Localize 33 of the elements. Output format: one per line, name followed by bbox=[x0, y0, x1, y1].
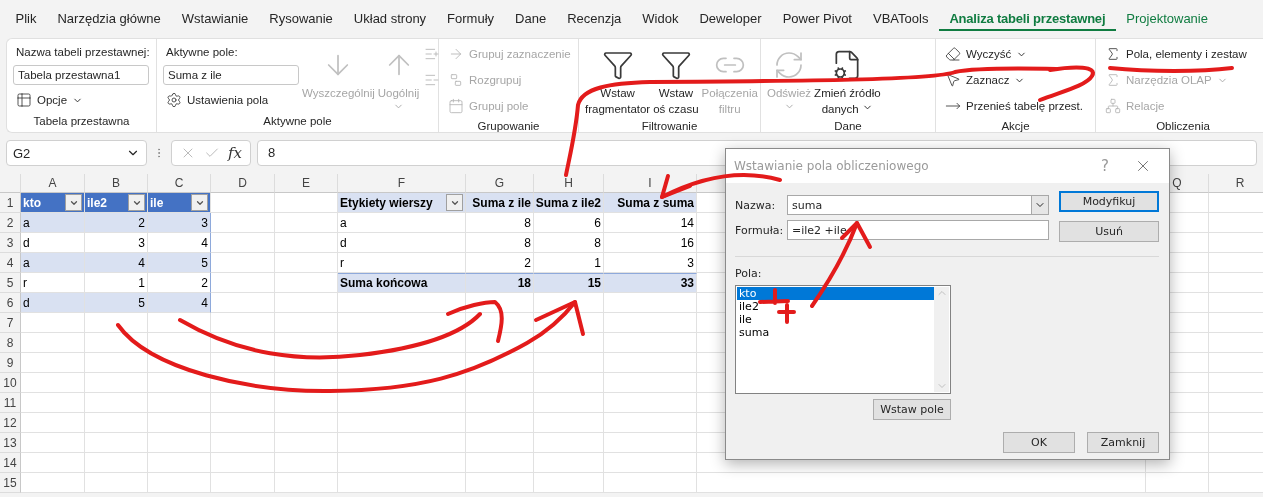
table-cell: 5 bbox=[148, 253, 211, 273]
field-label: Formuła: bbox=[735, 223, 785, 237]
field-label: Nazwa: bbox=[735, 198, 777, 212]
header-label: Etykiety wierszy bbox=[340, 195, 433, 210]
table-cell: 2 bbox=[85, 213, 148, 233]
header-label: ile bbox=[150, 195, 164, 210]
table-cell: a bbox=[21, 253, 85, 273]
total-cell: 15 bbox=[534, 273, 604, 293]
group-label: Filtrowanie bbox=[641, 119, 698, 132]
group-label: Aktywne pole bbox=[263, 114, 332, 129]
pivot-header-cell: Suma z ile bbox=[466, 193, 534, 213]
table-cell: d bbox=[21, 293, 85, 313]
field-label: Pola: bbox=[735, 267, 763, 280]
total-cell: Suma końcowa bbox=[338, 273, 466, 293]
table-cell: a bbox=[21, 213, 85, 233]
total-cell: 33 bbox=[604, 273, 697, 293]
field-label: Nazwa tabeli przestawnej: bbox=[15, 45, 150, 60]
pivot-header-cell: Suma z ile2 bbox=[534, 193, 604, 213]
group-label: Obliczenia bbox=[1156, 119, 1210, 132]
dialog-title: Wstawianie pola obliczeniowego bbox=[734, 159, 930, 173]
group-label: Dane bbox=[834, 119, 862, 132]
pivot-header-cell: Suma z suma bbox=[604, 193, 697, 213]
table-cell: 5 bbox=[85, 293, 148, 313]
field-label: Aktywne pole: bbox=[165, 45, 239, 60]
header-label: ile2 bbox=[87, 195, 107, 210]
total-cell: 18 bbox=[466, 273, 534, 293]
group-label: Akcje bbox=[1001, 119, 1030, 132]
table-cell: 4 bbox=[85, 253, 148, 273]
table-cell: 4 bbox=[148, 293, 211, 313]
group-label: Grupowanie bbox=[477, 119, 540, 132]
table-cell: 3 bbox=[148, 213, 211, 233]
group-label: Tabela przestawna bbox=[33, 114, 130, 129]
header-label: kto bbox=[23, 195, 41, 210]
